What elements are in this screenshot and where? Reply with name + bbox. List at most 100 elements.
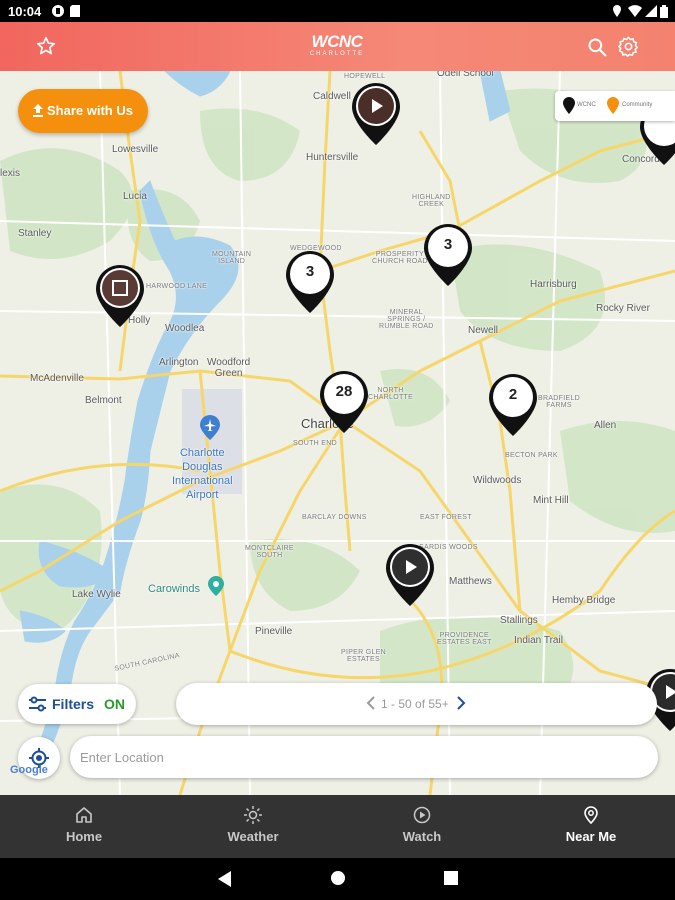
signal-icon [645, 5, 657, 17]
place-harwood-lane: HARWOOD LANE [146, 283, 208, 290]
recents-icon[interactable] [444, 871, 458, 885]
place-allen: Allen [594, 420, 617, 431]
place-highland-creek: HIGHLAND CREEK [412, 194, 451, 208]
location-pin-icon [584, 806, 598, 824]
place-indian-trail: Indian Trail [514, 635, 563, 646]
cluster-pin-28-charlotte[interactable]: 28 [318, 369, 370, 435]
wcnc-logo: WCNC CHARLOTTE [287, 33, 387, 58]
place-woodlea: Woodlea [165, 323, 205, 334]
cluster-count: 3 [443, 236, 453, 253]
place-east-forest: EAST FOREST [420, 514, 472, 521]
place-mint-hill: Mint Hill [533, 495, 569, 506]
pin-shape [489, 374, 537, 436]
place-hemby-bridge: Hemby Bridge [552, 595, 616, 606]
place-wildwoods: Wildwoods [473, 475, 522, 486]
share-label: Share with Us [47, 103, 133, 118]
place-newell: Newell [468, 325, 499, 336]
file-notification-icon [70, 5, 80, 17]
place-montclaire-south: MONTCLAIRE SOUTH [245, 545, 294, 559]
place-barclay-downs: BARCLAY DOWNS [302, 514, 367, 521]
airport-pin-icon [200, 415, 220, 440]
nav-home-label: Home [65, 829, 103, 844]
home-icon [76, 807, 92, 823]
map-view[interactable]: HOPEWELL Caldwell Odell School Concord H… [0, 71, 675, 795]
wcnc-marker-icon [563, 97, 575, 114]
cluster-pin-3-northeast[interactable]: 3 [422, 222, 474, 288]
google-logo: Google [10, 764, 48, 776]
nav-watch-label: Watch [402, 829, 442, 844]
cluster-count: 28 [335, 383, 353, 400]
cluster-count: 2 [508, 386, 518, 403]
place-mineral-springs: MINERAL SPRINGS / RUMBLE ROAD [379, 309, 434, 330]
place-odell-school: Odell School [437, 71, 494, 79]
map-legend: WCNC Community [555, 91, 675, 121]
place-piper-glen: PIPER GLEN ESTATES [341, 649, 387, 663]
place-arlington: Arlington [159, 357, 199, 368]
wifi-icon [628, 5, 642, 17]
filters-button[interactable]: Filters ON [18, 684, 136, 724]
status-bar: 10:04 [0, 0, 675, 22]
gear-icon[interactable] [618, 36, 639, 57]
place-carowinds: Carowinds [148, 583, 200, 595]
place-south-end: SOUTH END [293, 440, 337, 447]
sun-icon [244, 806, 262, 824]
cluster-pin-3-northwest[interactable]: 3 [284, 249, 336, 315]
place-matthews: Matthews [449, 576, 492, 587]
back-icon[interactable] [218, 871, 232, 887]
nav-near-me-label: Near Me [565, 829, 617, 844]
chevron-left-icon[interactable] [366, 695, 376, 711]
photo-pin-holly[interactable] [94, 263, 146, 329]
place-prosperity: PROSPERITY CHURCH ROAD [372, 251, 428, 265]
place-lowesville: Lowesville [112, 144, 159, 155]
place-north-charlotte: NORTH CHARLOTTE [368, 387, 414, 401]
place-rocky-river: Rocky River [596, 303, 650, 314]
location-status-icon [613, 5, 621, 17]
place-woodford-green: Woodford Green [207, 357, 251, 379]
legend-community: Community [622, 102, 653, 108]
nav-watch[interactable]: Watch [338, 795, 506, 858]
poi-pin-icon [208, 576, 224, 596]
pin-shape [320, 371, 368, 433]
favorite-star-icon[interactable] [36, 36, 56, 56]
video-pin-matthews[interactable] [384, 542, 436, 608]
app-notification-icon [52, 5, 64, 17]
cluster-pin-2-east[interactable]: 2 [487, 372, 539, 438]
nav-home[interactable]: Home [0, 795, 168, 858]
pager-text: 1 - 50 of 55+ [381, 697, 449, 711]
results-pager: 1 - 50 of 55+ [176, 683, 657, 725]
place-mountain-island: MOUNTAIN ISLAND [212, 251, 252, 265]
app-header: WCNC CHARLOTTE [0, 22, 675, 71]
pin-shape [286, 251, 334, 313]
nav-weather[interactable]: Weather [169, 795, 337, 858]
place-lake-wylie: Lake Wylie [72, 589, 121, 600]
place-providence: PROVIDENCE ESTATES EAST [437, 632, 492, 646]
place-airport: Charlotte Douglas International Airport [172, 447, 233, 501]
place-bradfield-farms: BRADFIELD FARMS [538, 395, 580, 409]
nav-near-me[interactable]: Near Me [507, 795, 675, 858]
place-stanley: Stanley [18, 228, 52, 239]
place-lucia: Lucia [123, 191, 147, 202]
filters-state: ON [104, 696, 125, 712]
status-time: 10:04 [8, 4, 42, 19]
logo-sub: CHARLOTTE [309, 51, 365, 57]
sliders-icon [29, 696, 46, 712]
upload-icon [33, 104, 43, 117]
place-harrisburg: Harrisburg [530, 279, 577, 290]
system-nav-bar [0, 858, 675, 900]
search-icon[interactable] [587, 37, 607, 57]
location-input[interactable] [70, 736, 658, 778]
community-marker-icon [607, 97, 619, 114]
place-pineville: Pineville [255, 626, 293, 637]
chevron-right-icon[interactable] [456, 695, 466, 711]
bottom-nav: Home Weather Watch Near Me [0, 795, 675, 858]
legend-wcnc: WCNC [577, 102, 596, 108]
place-huntersville: Huntersville [306, 152, 359, 163]
home-circle-icon[interactable] [331, 871, 345, 885]
filters-label: Filters [52, 696, 95, 712]
share-with-us-button[interactable]: Share with Us [18, 89, 148, 133]
place-lexis: lexis [0, 168, 21, 179]
place-hopewell: HOPEWELL [344, 73, 386, 80]
nav-weather-label: Weather [227, 829, 279, 844]
place-belmont: Belmont [85, 395, 122, 406]
video-pin-huntersville[interactable] [350, 81, 402, 147]
